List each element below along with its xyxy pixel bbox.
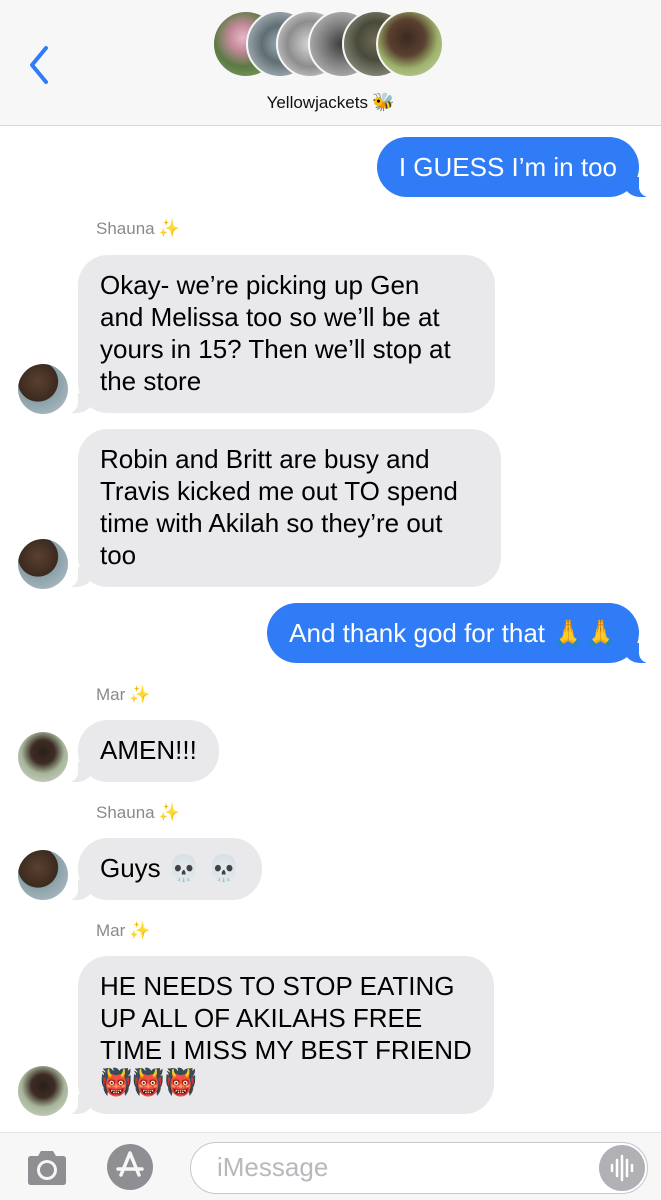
app-store-button[interactable] bbox=[106, 1143, 154, 1191]
camera-icon bbox=[28, 1151, 66, 1185]
app-store-icon bbox=[107, 1144, 153, 1190]
sender-label: Shauna ✨ bbox=[96, 219, 180, 239]
sender-label: Mar ✨ bbox=[96, 921, 150, 941]
back-button[interactable] bbox=[22, 40, 56, 88]
message-list[interactable]: I GUESS I’m in too Shauna ✨ Okay- we’re p… bbox=[0, 127, 661, 1132]
group-member-avatar bbox=[376, 10, 444, 78]
conversation-header: Yellowjackets 🐝 bbox=[0, 0, 661, 126]
sender-name: Shauna bbox=[96, 803, 155, 822]
sender-name: Mar bbox=[96, 685, 126, 704]
imessage-placeholder: iMessage bbox=[217, 1152, 329, 1182]
sender-avatar[interactable] bbox=[18, 1066, 68, 1116]
incoming-message[interactable]: AMEN!!! bbox=[66, 720, 219, 782]
audio-message-button[interactable] bbox=[599, 1145, 645, 1191]
sender-name: Shauna bbox=[96, 219, 155, 238]
sender-label: Shauna ✨ bbox=[96, 803, 180, 823]
sender-avatar[interactable] bbox=[18, 850, 68, 900]
back-chevron-icon bbox=[30, 46, 48, 84]
outgoing-message[interactable]: And thank god for that 🙏🙏 bbox=[267, 603, 651, 663]
bee-emoji: 🐝 bbox=[372, 92, 395, 112]
sender-avatar[interactable] bbox=[18, 364, 68, 414]
sender-name: Mar bbox=[96, 921, 126, 940]
group-title[interactable]: Yellowjackets 🐝 bbox=[0, 92, 661, 113]
sender-label: Mar ✨ bbox=[96, 685, 150, 705]
sparkles-emoji: ✨ bbox=[129, 921, 151, 940]
imessage-input[interactable]: iMessage bbox=[190, 1142, 648, 1194]
incoming-message[interactable]: Guys 💀 💀 bbox=[66, 838, 262, 900]
group-name-text: Yellowjackets bbox=[266, 93, 368, 112]
sparkles-emoji: ✨ bbox=[129, 685, 151, 704]
sparkles-emoji: ✨ bbox=[158, 219, 180, 238]
sparkles-emoji: ✨ bbox=[158, 803, 180, 822]
sender-avatar[interactable] bbox=[18, 732, 68, 782]
message-input-bar: iMessage bbox=[0, 1132, 661, 1200]
sender-avatar[interactable] bbox=[18, 539, 68, 589]
incoming-message[interactable]: Robin and Britt are busy and Travis kick… bbox=[66, 429, 501, 587]
camera-button[interactable] bbox=[24, 1149, 70, 1187]
incoming-message[interactable]: Okay- we’re picking up Gen and Melissa t… bbox=[66, 255, 495, 413]
incoming-message[interactable]: HE NEEDS TO STOP EATING UP ALL OF AKILAH… bbox=[66, 956, 494, 1114]
group-avatar-stack[interactable] bbox=[212, 10, 452, 80]
audio-waveform-icon bbox=[610, 1154, 634, 1182]
outgoing-message[interactable]: I GUESS I’m in too bbox=[376, 137, 652, 197]
